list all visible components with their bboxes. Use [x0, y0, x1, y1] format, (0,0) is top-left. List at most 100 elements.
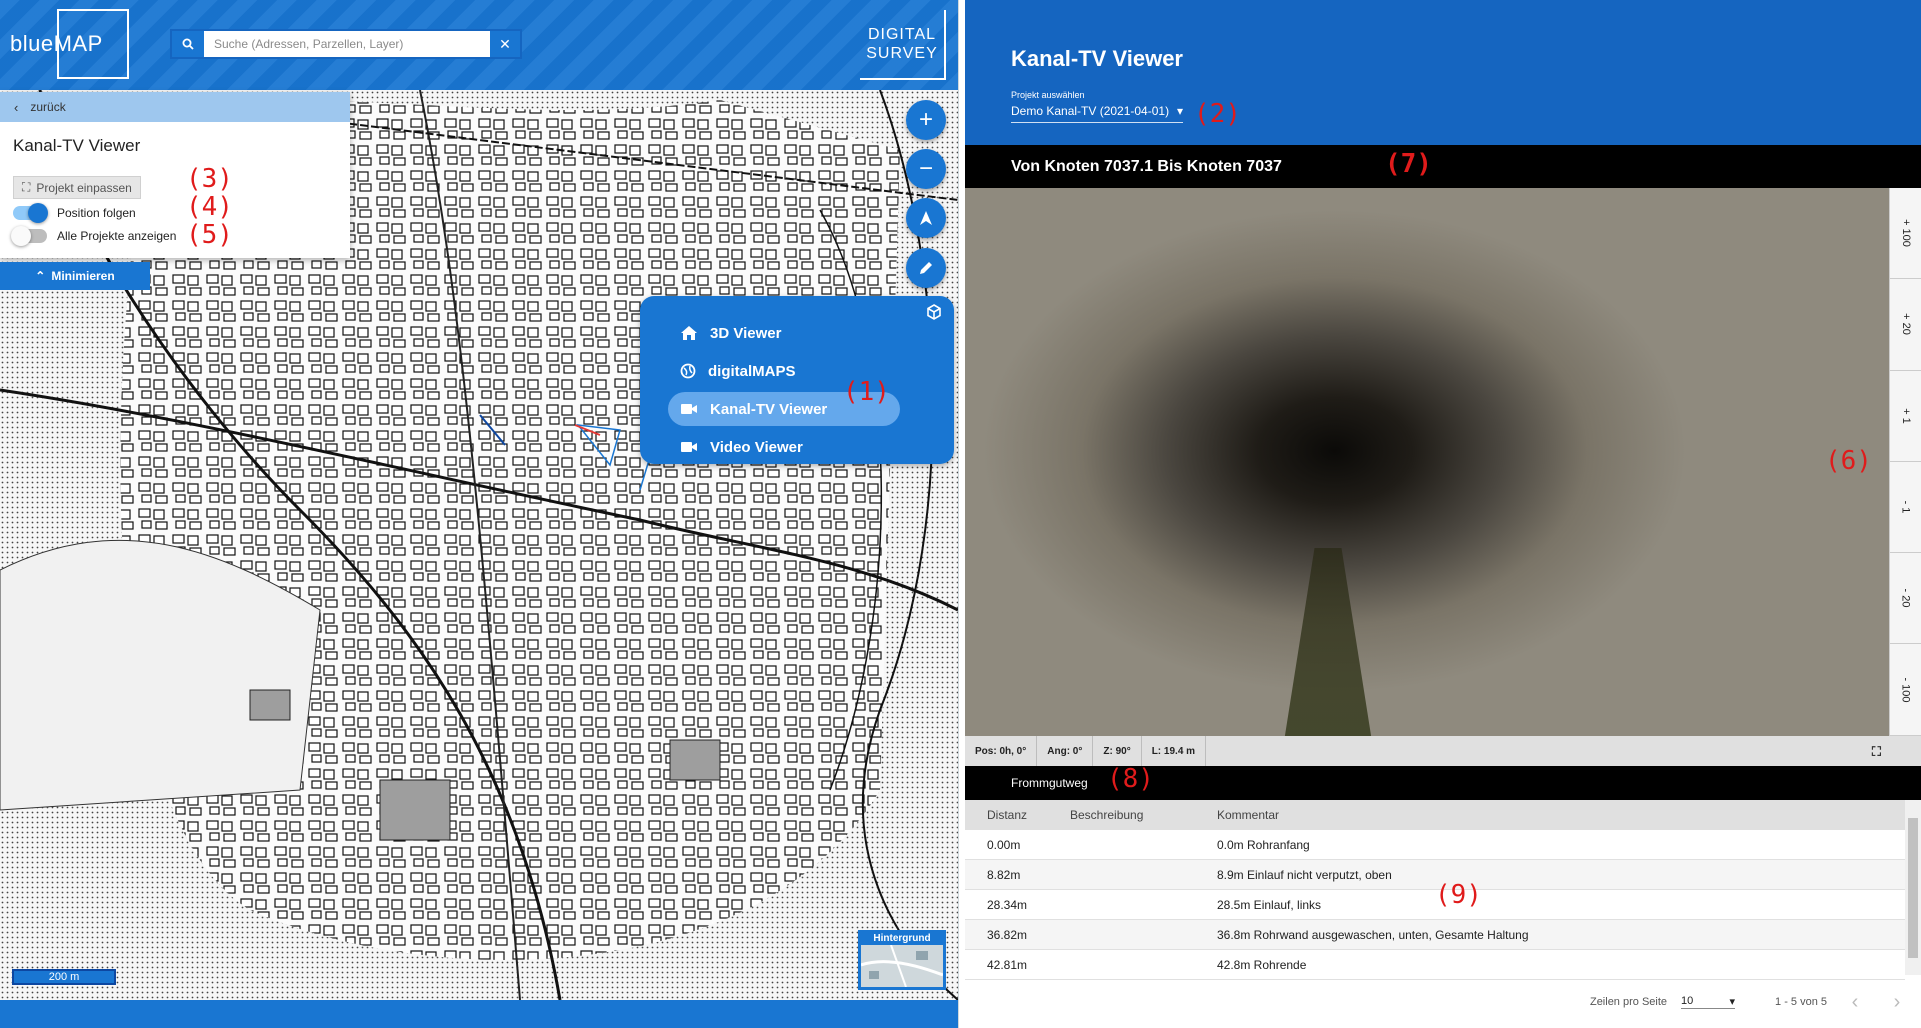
previous-page-icon[interactable]: ‹ — [1841, 991, 1869, 1014]
kanal-tv-viewer: Kanal-TV Viewer Projekt auswählen Demo K… — [965, 0, 1921, 1028]
pencil-icon — [920, 262, 932, 274]
zoom-out-button[interactable]: − — [906, 149, 946, 189]
fullscreen-icon[interactable]: ⛶ — [1872, 744, 1881, 760]
position-readout: Pos: 0h, 0° — [965, 736, 1038, 766]
follow-position-toggle[interactable] — [13, 203, 48, 223]
step-minus-100-button[interactable]: - 100 — [1890, 644, 1921, 736]
cell-distanz: 42.81m — [987, 957, 1028, 972]
cell-kommentar: 42.8m Rohrende — [1217, 957, 1307, 972]
digital-survey-logo-line1: DIGITAL — [867, 26, 937, 43]
project-select-value: Demo Kanal-TV (2021-04-01) — [1011, 104, 1170, 118]
draw-button[interactable] — [906, 248, 946, 288]
table-row[interactable]: 36.82m 36.8m Rohrwand ausgewaschen, unte… — [965, 920, 1905, 950]
home-icon — [681, 326, 697, 340]
annotation-1: (1) — [843, 377, 890, 407]
column-header-beschreibung[interactable]: Beschreibung — [1070, 808, 1217, 822]
close-icon[interactable]: ✕ — [490, 31, 520, 57]
annotation-8: (8) — [1107, 764, 1154, 794]
search-bar: ✕ — [170, 29, 522, 59]
cell-kommentar: 28.5m Einlauf, links — [1217, 897, 1322, 912]
zoom-step-strip: + 100 + 20 + 1 - 1 - 20 - 100 — [1889, 188, 1921, 736]
project-select-label: Projekt auswählen — [1011, 90, 1085, 100]
step-label: - 20 — [1899, 588, 1912, 608]
table-pagination: Zeilen pro Seite 10 ▾ 1 - 5 von 5 ‹ › — [965, 985, 1921, 1019]
rows-per-page-select[interactable]: 10 ▾ — [1681, 995, 1736, 1009]
caret-down-icon: ▾ — [1176, 104, 1183, 118]
table-row[interactable]: 42.81m 42.8m Rohrende — [965, 950, 1905, 980]
table-row[interactable]: 0.00m 0.0m Rohranfang — [965, 830, 1905, 860]
panel-title: Kanal-TV Viewer — [13, 136, 141, 155]
step-minus-20-button[interactable]: - 20 — [1890, 553, 1921, 645]
cell-distanz: 28.34m — [987, 897, 1028, 912]
pipe-floor-streak — [1283, 548, 1373, 736]
map-footer — [0, 1000, 958, 1028]
chevron-left-icon: ‹ — [14, 99, 19, 115]
pipe-video[interactable]: (6) — [965, 188, 1889, 736]
follow-position-row: Position folgen — [13, 203, 136, 223]
cell-distanz: 8.82m — [987, 867, 1021, 882]
annotation-4: (4) — [186, 192, 233, 222]
digital-survey-logo: DIGITAL SURVEY — [860, 10, 946, 80]
table-header: Distanz Beschreibung Kommentar — [965, 800, 1905, 830]
project-select[interactable]: Demo Kanal-TV (2021-04-01) ▾ — [1011, 104, 1183, 123]
cell-kommentar: 36.8m Rohrwand ausgewaschen, unten, Gesa… — [1217, 927, 1529, 942]
fit-project-button[interactable]: ⛶ Projekt einpassen — [13, 176, 141, 199]
step-plus-20-button[interactable]: + 20 — [1890, 279, 1921, 371]
angle-readout: Ang: 0° — [1037, 736, 1094, 766]
search-icon[interactable] — [172, 31, 204, 57]
locate-button[interactable] — [906, 198, 946, 238]
tool-panel: ‹ zurück Kanal-TV Viewer ⛶ Projekt einpa… — [0, 92, 350, 258]
show-all-projects-label: Alle Projekte anzeigen — [57, 229, 177, 243]
bluemap-logo[interactable]: blueMAP — [0, 9, 129, 79]
video-camera-icon — [681, 404, 697, 414]
next-page-icon[interactable]: › — [1883, 991, 1911, 1014]
search-input[interactable] — [204, 31, 490, 57]
zoom-in-button[interactable]: + — [906, 100, 946, 140]
follow-position-label: Position folgen — [57, 206, 136, 220]
observations-table: Distanz Beschreibung Kommentar 0.00m 0.0… — [965, 800, 1905, 980]
rows-per-page-value: 10 — [1681, 995, 1694, 1007]
step-plus-1-button[interactable]: + 1 — [1890, 371, 1921, 462]
logo-frame — [56, 9, 129, 79]
cell-kommentar: 8.9m Einlauf nicht verputzt, oben — [1217, 867, 1392, 882]
menu-item-label: Kanal-TV Viewer — [710, 400, 828, 418]
menu-item-label: Video Viewer — [710, 438, 803, 456]
menu-item-video-viewer[interactable]: Video Viewer — [668, 430, 817, 464]
step-label: + 100 — [1899, 219, 1912, 248]
table-scrollbar[interactable] — [1905, 800, 1921, 975]
step-minus-1-button[interactable]: - 1 — [1890, 462, 1921, 554]
menu-item-3d-viewer[interactable]: 3D Viewer — [668, 316, 795, 350]
menu-item-label: digitalMAPS — [708, 362, 796, 380]
video-status-bar: Pos: 0h, 0° Ang: 0° Z: 90° L: 19.4 m ⛶ — [965, 736, 1921, 766]
viewer-title: Kanal-TV Viewer — [1011, 46, 1183, 71]
annotation-3: (3) — [186, 164, 233, 194]
show-all-projects-row: Alle Projekte anzeigen — [11, 226, 177, 246]
split-divider[interactable] — [958, 0, 965, 1028]
column-header-kommentar[interactable]: Kommentar — [1217, 808, 1905, 822]
cube-icon[interactable] — [926, 304, 942, 325]
map-app: blueMAP ✕ DIGITAL SURVEY ‹ zurück Kanal-… — [0, 0, 958, 1028]
show-all-projects-toggle[interactable] — [11, 226, 47, 246]
chevron-up-icon: ⌃ — [35, 269, 46, 283]
map-header: blueMAP ✕ DIGITAL SURVEY — [0, 0, 958, 90]
minimize-button[interactable]: ⌃ Minimieren — [0, 262, 150, 290]
background-label: Hintergrund — [861, 933, 943, 945]
viewer-header: Kanal-TV Viewer Projekt auswählen Demo K… — [965, 0, 1921, 145]
length-readout: L: 19.4 m — [1142, 736, 1207, 766]
video-camera-icon — [681, 442, 697, 452]
step-plus-100-button[interactable]: + 100 — [1890, 188, 1921, 280]
digital-survey-logo-line2: SURVEY — [866, 45, 938, 62]
annotation-6: (6) — [1825, 446, 1872, 476]
z-readout: Z: 90° — [1093, 736, 1142, 766]
street-name: Frommgutweg — [1011, 776, 1088, 790]
background-thumbnail — [860, 944, 944, 988]
pipe-title-bar: Von Knoten 7037.1 Bis Knoten 7037 (7) — [965, 145, 1921, 188]
menu-item-digitalmaps[interactable]: digitalMAPS — [668, 354, 810, 388]
rows-per-page-label: Zeilen pro Seite — [1589, 996, 1668, 1008]
caret-down-icon: ▾ — [1729, 996, 1736, 1008]
column-header-distanz[interactable]: Distanz — [965, 808, 1070, 822]
step-label: + 20 — [1899, 313, 1912, 336]
back-button[interactable]: ‹ zurück — [0, 92, 350, 122]
background-switcher[interactable]: Hintergrund — [858, 930, 946, 990]
minimize-label: Minimieren — [51, 269, 115, 283]
